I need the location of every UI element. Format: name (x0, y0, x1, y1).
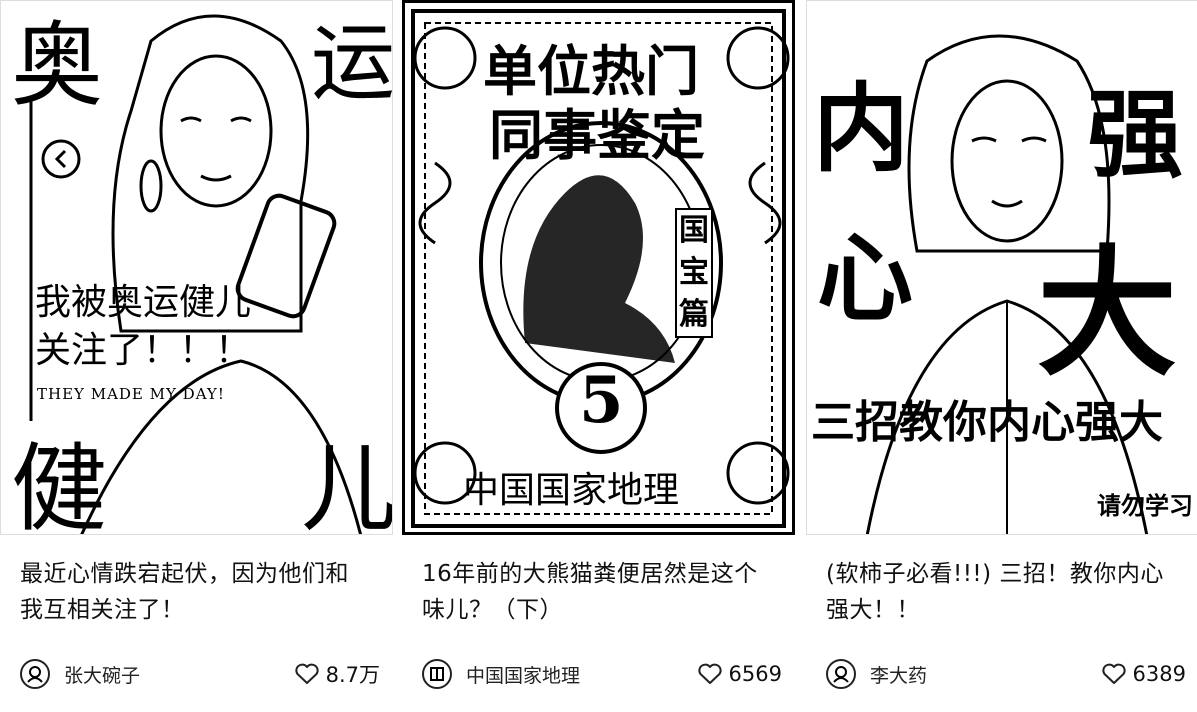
feed-card[interactable]: 奥 运 健 儿 我被奥运健儿 关注了！！！ THEY MADE MY DAY! … (0, 0, 393, 712)
heart-icon (1101, 663, 1126, 684)
like-button[interactable]: 6569 (697, 662, 782, 686)
overlay-line: 我被奥运健儿 (35, 282, 252, 323)
overlay-char: 健 (11, 433, 107, 535)
heart-icon (697, 663, 722, 684)
overlay-char: 大 (1037, 233, 1178, 396)
card-title[interactable]: 最近心情跌宕起伏，因为他们和我互相关注了！ (20, 556, 370, 628)
avatar[interactable] (422, 659, 452, 689)
feed-card[interactable]: 单位热门 同事鉴定 国宝篇 5 中国国家地理 16年前的大熊猫粪便居然是这个味儿… (402, 0, 795, 712)
overlay-char: 内 (813, 73, 909, 185)
overlay-line: THEY MADE MY DAY! (37, 385, 225, 403)
brand-logo-icon (430, 667, 444, 681)
overlay-banner: 三招教你内心强大 (811, 397, 1163, 448)
heart-icon (294, 663, 319, 684)
overlay-note: 请勿学习 (1097, 492, 1193, 520)
author-name[interactable]: 中国国家地理 (466, 661, 580, 688)
card-meta: 中国国家地理 6569 (422, 654, 782, 694)
overlay-title: 同事鉴定 (489, 104, 705, 167)
like-button[interactable]: 8.7万 (294, 659, 380, 689)
card-title[interactable]: 16年前的大熊猫粪便居然是这个味儿？（下） (422, 556, 772, 628)
overlay-footer: 中国国家地理 (463, 470, 680, 511)
like-count: 8.7万 (325, 663, 380, 687)
overlay-char: 心 (817, 223, 913, 335)
card-title[interactable]: (软柿子必看!!!) 三招！教你内心强大！！ (826, 556, 1176, 628)
like-button[interactable]: 6389 (1101, 662, 1186, 686)
user-avatar-icon (27, 666, 43, 683)
cover-image[interactable]: 内 强 心 大 三招教你内心强大 请勿学习 (806, 0, 1197, 535)
feed-card[interactable]: 内 强 心 大 三招教你内心强大 请勿学习 (软柿子必看!!!) 三招！教你内心… (806, 0, 1197, 712)
overlay-number: 5 (579, 363, 624, 438)
cover-image[interactable]: 单位热门 同事鉴定 国宝篇 5 中国国家地理 (402, 0, 795, 535)
card-meta: 李大药 6389 (826, 654, 1186, 694)
cover-image[interactable]: 奥 运 健 儿 我被奥运健儿 关注了！！！ THEY MADE MY DAY! (0, 0, 393, 535)
overlay-char: 奥 (11, 12, 104, 119)
avatar[interactable] (826, 659, 856, 689)
overlay-char: 儿 (301, 433, 393, 535)
author-name[interactable]: 李大药 (870, 661, 927, 688)
avatar[interactable] (20, 659, 50, 689)
author-name[interactable]: 张大碗子 (64, 661, 140, 688)
overlay-char: 强 (1087, 79, 1183, 191)
overlay-tag: 国宝篇 (675, 208, 713, 338)
overlay-line: 关注了！！！ (35, 330, 252, 371)
card-meta: 张大碗子 8.7万 (20, 654, 380, 694)
overlay-char: 运 (311, 14, 393, 112)
like-count: 6569 (728, 662, 782, 686)
feed-grid: 奥 运 健 儿 我被奥运健儿 关注了！！！ THEY MADE MY DAY! … (0, 0, 1197, 712)
like-count: 6389 (1132, 662, 1186, 686)
user-avatar-icon (833, 666, 849, 683)
